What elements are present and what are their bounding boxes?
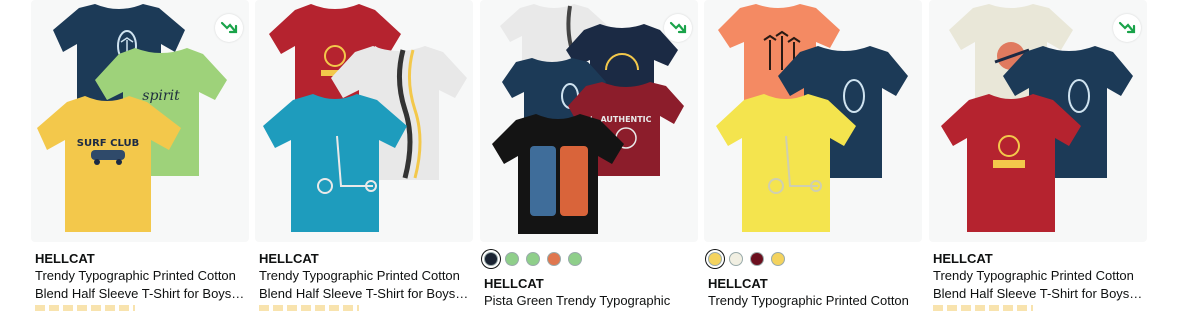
product-card[interactable]: spirit SURF CLUB HELLCAT Trendy Typograp… <box>31 0 249 311</box>
shirt-print-text: spirit <box>142 88 180 104</box>
brand-name: HELLCAT <box>259 251 319 266</box>
rating-stars[interactable] <box>259 305 359 311</box>
color-swatch[interactable] <box>526 252 540 266</box>
color-swatch[interactable] <box>708 252 722 266</box>
brand-name: HELLCAT <box>933 251 993 266</box>
brand-name: HELLCAT <box>35 251 95 266</box>
product-card[interactable]: HELLCAT Trendy Typographic Printed Cotto… <box>929 0 1147 311</box>
brand-name: HELLCAT <box>484 276 544 291</box>
trending-down-icon <box>1118 21 1136 34</box>
product-title[interactable]: Trendy Typographic Printed Cotton Blend … <box>35 267 247 303</box>
shirt-print-text: AUTHENTIC <box>600 115 651 124</box>
product-title[interactable]: Trendy Typographic Printed Cotton Blend … <box>933 267 1145 303</box>
product-title[interactable]: Trendy Typographic Printed Cotton Blend … <box>259 267 471 303</box>
product-card[interactable]: AUTHENTIC HELLCAT Pista Green Trendy Typ… <box>480 0 698 311</box>
rating-stars[interactable] <box>35 305 135 311</box>
color-swatch[interactable] <box>484 252 498 266</box>
color-swatch[interactable] <box>729 252 743 266</box>
product-card[interactable]: HELLCAT Trendy Typographic Printed Cotto… <box>255 0 473 311</box>
color-swatches <box>708 251 785 267</box>
product-image[interactable]: AUTHENTIC <box>480 0 698 242</box>
trending-badge <box>215 14 243 42</box>
product-title[interactable]: Trendy Typographic Printed Cotton <box>708 292 920 310</box>
product-image[interactable] <box>255 0 473 242</box>
color-swatch[interactable] <box>568 252 582 266</box>
product-image[interactable]: spirit SURF CLUB <box>31 0 249 242</box>
color-swatch[interactable] <box>547 252 561 266</box>
color-swatch[interactable] <box>750 252 764 266</box>
trending-down-icon <box>220 21 238 34</box>
trending-badge <box>664 14 692 42</box>
rating-stars[interactable] <box>933 305 1033 311</box>
product-grid: spirit SURF CLUB HELLCAT Trendy Typograp… <box>0 0 1181 311</box>
shirt-print-text: SURF CLUB <box>77 138 139 149</box>
product-title[interactable]: Pista Green Trendy Typographic <box>484 292 696 310</box>
color-swatch[interactable] <box>505 252 519 266</box>
product-image[interactable] <box>704 0 922 242</box>
trending-down-icon <box>669 21 687 34</box>
trending-badge <box>1113 14 1141 42</box>
color-swatch[interactable] <box>771 252 785 266</box>
product-card[interactable]: HELLCAT Trendy Typographic Printed Cotto… <box>704 0 922 311</box>
brand-name: HELLCAT <box>708 276 768 291</box>
color-swatches <box>484 251 582 267</box>
product-image[interactable] <box>929 0 1147 242</box>
